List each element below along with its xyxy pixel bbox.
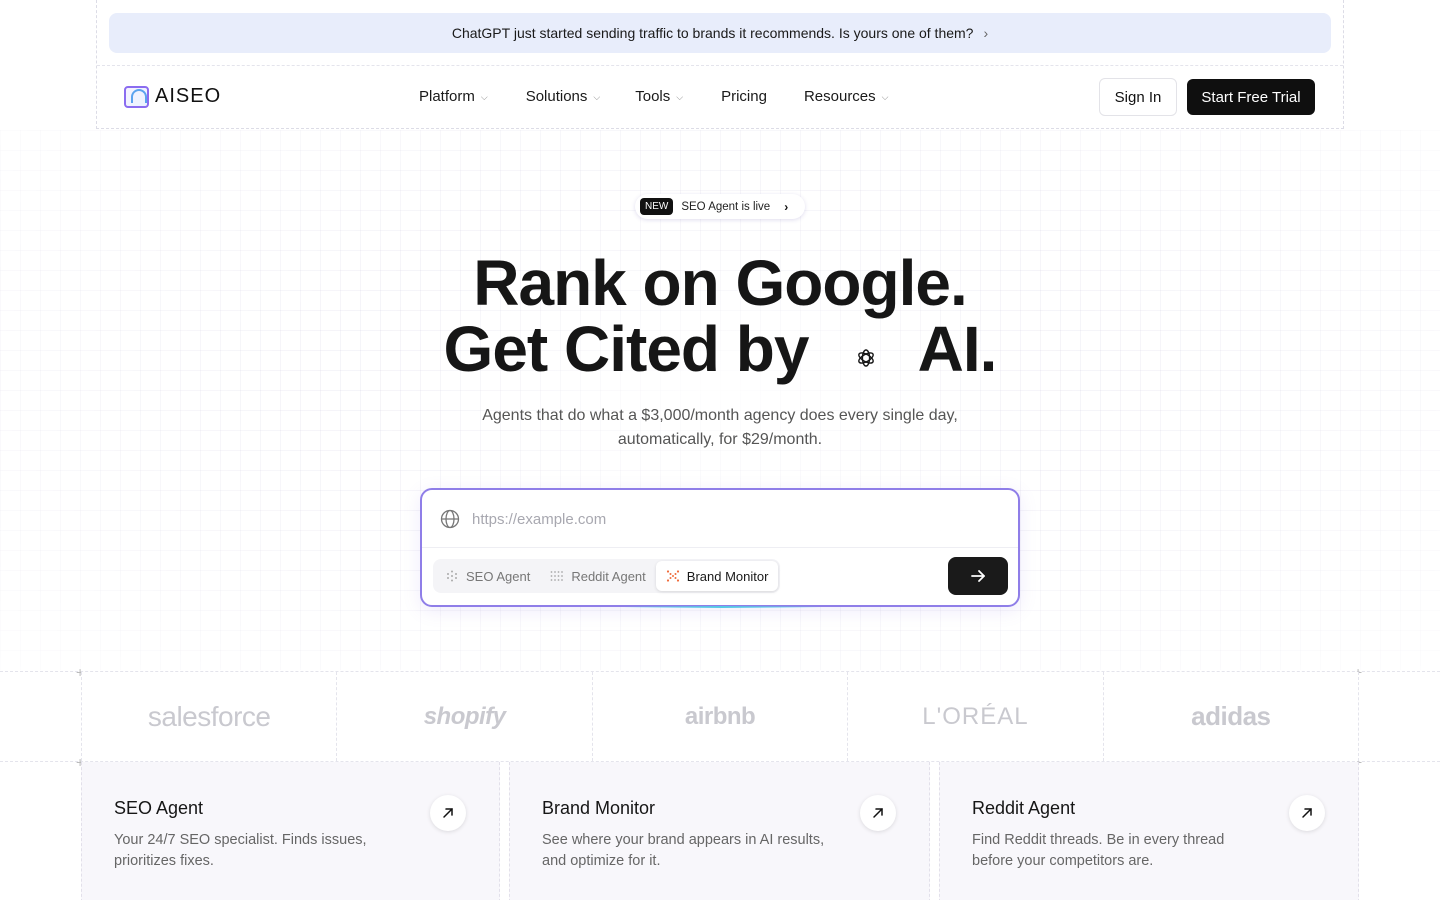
tab-label: SEO Agent: [466, 568, 531, 584]
card-title: Reddit Agent: [972, 798, 1076, 818]
logo-salesforce: salesforce: [81, 672, 336, 761]
agent-cards: SEO Agent Your 24/7 SEO specialist. Find…: [81, 762, 1359, 900]
customer-logos: salesforce shopify airbnb L'ORÉAL adidas: [81, 672, 1360, 761]
logo-mark-icon: [124, 85, 149, 108]
card-description: Find Reddit threads. Be in every thread …: [972, 832, 1225, 869]
globe-icon: [440, 509, 460, 529]
pill-text: SEO Agent is live: [681, 200, 771, 213]
logo-airbnb: airbnb: [591, 672, 847, 761]
logo-adidas: adidas: [1102, 672, 1360, 761]
start-free-trial-button[interactable]: Start Free Trial: [1187, 79, 1315, 115]
search-divider: [422, 547, 1018, 548]
nav-item-label: Solutions: [525, 88, 588, 105]
announcement-bar[interactable]: ChatGPT just started sending traffic to …: [109, 13, 1331, 53]
nav-item-label: Resources: [803, 88, 876, 105]
dot-grid-icon: [447, 570, 457, 582]
scatter-icon: [666, 570, 679, 582]
headline-part-a: Get Cited by: [443, 313, 810, 385]
url-search-box: SEO Agent Reddit Agent Brand Monitor: [420, 488, 1020, 608]
tab-brand-monitor[interactable]: Brand Monitor: [655, 561, 779, 591]
chevron-down-icon: ⌵: [593, 91, 601, 102]
new-badge: NEW: [640, 198, 674, 215]
tab-seo-agent[interactable]: SEO Agent: [435, 561, 540, 591]
card-title: SEO Agent: [114, 798, 204, 818]
dot-rows-icon: [550, 571, 564, 581]
nav-item-solutions[interactable]: Solutions ⌵: [526, 88, 601, 105]
arrow-up-right-icon[interactable]: [1289, 795, 1325, 831]
nav-item-label: Platform: [419, 88, 475, 105]
hero-subtitle: Agents that do what a $3,000/month agenc…: [482, 407, 958, 448]
arrow-right-icon: [971, 570, 985, 582]
tab-label: Brand Monitor: [686, 568, 769, 584]
chevron-down-icon: ⌵: [676, 91, 684, 102]
card-description: Your 24/7 SEO specialist. Finds issues, …: [114, 832, 367, 869]
openai-icon: [841, 311, 891, 385]
logo-text: AISEO: [155, 85, 222, 107]
chevron-down-icon: ⌵: [881, 91, 889, 102]
main-nav: AISEO Platform ⌵ Solutions ⌵ Tools ⌵ Pri…: [124, 78, 1316, 116]
nav-item-label: Tools: [635, 88, 671, 105]
card-brand-monitor[interactable]: Brand Monitor See where your brand appea…: [509, 762, 930, 900]
agent-selector: SEO Agent Reddit Agent Brand Monitor: [433, 559, 781, 593]
card-description: See where your brand appears in AI resul…: [542, 832, 825, 869]
arrow-up-right-icon[interactable]: [860, 795, 896, 831]
nav-item-tools[interactable]: Tools ⌵: [635, 88, 683, 105]
card-reddit-agent[interactable]: Reddit Agent Find Reddit threads. Be in …: [939, 762, 1359, 900]
nav-item-platform[interactable]: Platform ⌵: [419, 88, 488, 105]
chevron-down-icon: ⌵: [480, 91, 488, 102]
nav-item-pricing[interactable]: Pricing: [721, 88, 767, 105]
headline-line-2: Get Cited by AI.: [0, 312, 1440, 391]
header-divider: [97, 65, 1343, 66]
chevron-right-icon: ›: [784, 199, 789, 214]
tab-reddit-agent[interactable]: Reddit Agent: [540, 561, 655, 591]
announcement-text: ChatGPT just started sending traffic to …: [451, 25, 974, 41]
nav-item-label: Pricing: [721, 88, 767, 105]
logo-shopify: shopify: [336, 672, 591, 761]
nav-menu: Platform ⌵ Solutions ⌵ Tools ⌵ Pricing R…: [419, 88, 888, 105]
card-title: Brand Monitor: [542, 798, 656, 818]
sign-in-button[interactable]: Sign In: [1099, 78, 1177, 116]
url-input[interactable]: [472, 506, 992, 532]
submit-button[interactable]: [948, 557, 1008, 595]
chevron-right-icon: ›: [983, 25, 989, 41]
logo[interactable]: AISEO: [124, 85, 221, 108]
nav-item-resources[interactable]: Resources ⌵: [804, 88, 889, 105]
headline-line-1: Rank on Google.: [473, 247, 967, 319]
logo-loreal: L'ORÉAL: [847, 672, 1102, 761]
announcement-pill[interactable]: NEW SEO Agent is live ›: [635, 194, 805, 219]
headline-part-b: AI.: [917, 313, 998, 385]
tab-label: Reddit Agent: [571, 568, 646, 584]
card-seo-agent[interactable]: SEO Agent Your 24/7 SEO specialist. Find…: [81, 762, 500, 900]
arrow-up-right-icon[interactable]: [430, 795, 466, 831]
